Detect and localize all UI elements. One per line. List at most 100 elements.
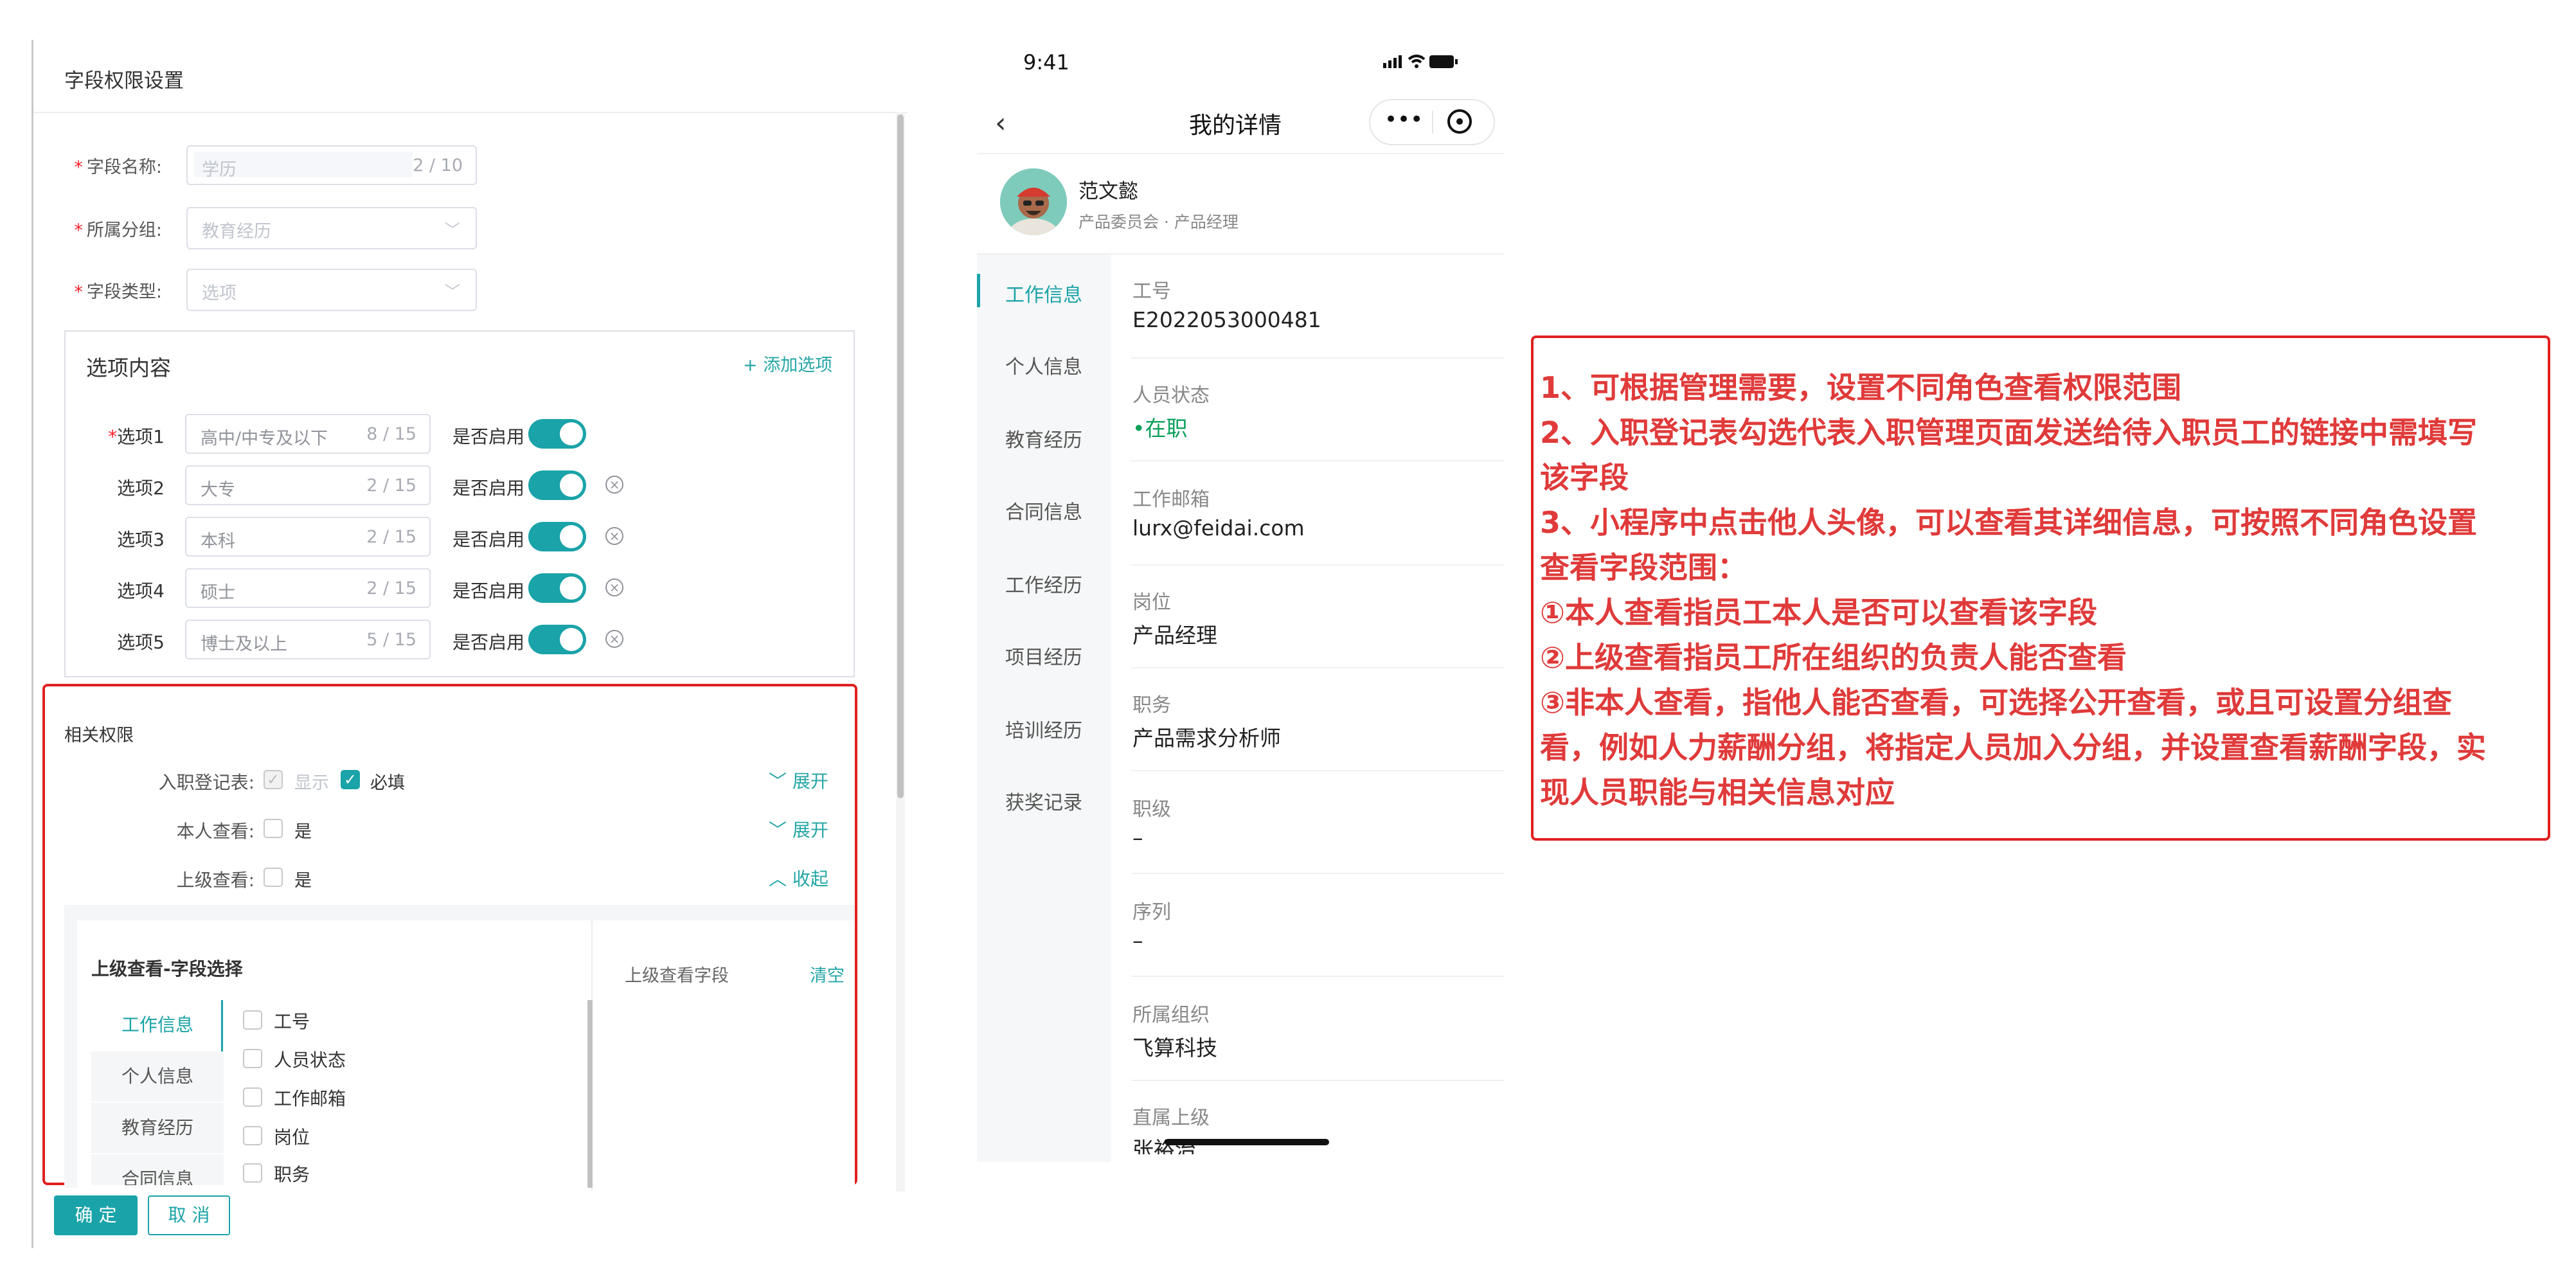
field-select-title: 上级查看-字段选择 [91, 958, 243, 979]
annotation-line: ③非本人查看，指他人能否查看，可选择公开查看，或且可设置分组查 [1540, 685, 2452, 720]
category-education[interactable]: 教育经历 [91, 1103, 224, 1153]
selected-fields-title: 上级查看字段 [625, 966, 729, 986]
info-divider [1131, 667, 1504, 668]
annotation-line: 该字段 [1540, 460, 1629, 495]
status-dot-icon: • [1132, 416, 1145, 441]
remove-option-icon[interactable]: × [605, 476, 623, 494]
field-name-count: 2 / 10 [413, 156, 463, 175]
field-name-label: * 字段名称: [74, 157, 162, 177]
info-value: – [1132, 825, 1143, 850]
onboarding-label: 入职登记表: [158, 772, 255, 793]
panel-left-border [31, 40, 33, 1248]
enable-label: 是否启用 [452, 529, 525, 550]
cancel-button[interactable]: 取 消 [148, 1195, 230, 1235]
annotation-line: 1、可根据管理需要，设置不同角色查看权限范围 [1540, 370, 2182, 405]
onboarding-expand-link[interactable]: ﹀ 展开 [769, 767, 828, 793]
field-checkbox[interactable] [243, 1010, 262, 1030]
info-divider [1131, 873, 1504, 874]
field-checkbox[interactable] [243, 1126, 262, 1145]
avatar[interactable] [1000, 168, 1067, 235]
info-label: 人员状态 [1132, 384, 1210, 407]
side-nav-work-experience[interactable]: 工作经历 [977, 569, 1111, 598]
field-type-select[interactable]: 选项 ﹀ [186, 269, 477, 311]
options-title: 选项内容 [86, 355, 171, 380]
side-nav-work-info[interactable]: 工作信息 [977, 279, 1111, 307]
option-label: 选项3 [117, 529, 165, 550]
category-personal-info[interactable]: 个人信息 [91, 1051, 224, 1102]
category-work-info[interactable]: 工作信息 [91, 1000, 224, 1050]
superior-view-option: 是 [294, 871, 312, 891]
info-value: 飞算科技 [1132, 1035, 1217, 1060]
side-nav [977, 255, 1111, 1162]
info-value: – [1132, 928, 1143, 953]
enable-toggle[interactable] [528, 522, 586, 551]
clear-button[interactable]: 清空 [810, 961, 845, 987]
option-input[interactable]: 博士及以上 5 / 15 [185, 620, 431, 659]
option-input[interactable]: 大专 2 / 15 [185, 465, 431, 505]
self-view-checkbox[interactable] [264, 819, 283, 838]
annotation-line: 查看字段范围： [1540, 550, 1747, 585]
group-select[interactable]: 教育经历 ﹀ [186, 207, 477, 249]
annotation-line: ②上级查看指员工所在组织的负责人能否查看 [1540, 640, 2127, 675]
enable-label: 是否启用 [452, 632, 525, 653]
info-label: 职级 [1132, 798, 1171, 821]
enable-label: 是否启用 [452, 426, 525, 447]
info-divider [1131, 460, 1504, 461]
enable-toggle[interactable] [528, 470, 586, 500]
superior-view-collapse-link[interactable]: ︿ 收起 [769, 865, 828, 891]
side-nav-personal-info[interactable]: 个人信息 [977, 351, 1111, 379]
option-input[interactable]: 硕士 2 / 15 [185, 568, 431, 608]
category-contract[interactable]: 合同信息 [91, 1154, 224, 1185]
scrollbar-thumb[interactable] [897, 114, 904, 798]
annotation-line: 现人员职能与相关信息对应 [1540, 775, 1895, 810]
field-checkbox[interactable] [243, 1087, 262, 1107]
capsule-separator [1432, 111, 1433, 134]
user-department: 产品委员会 · 产品经理 [1078, 213, 1239, 231]
info-label: 岗位 [1132, 591, 1171, 614]
superior-view-checkbox[interactable] [264, 868, 283, 887]
self-view-expand-link[interactable]: ﹀ 展开 [769, 816, 828, 842]
field-name-input[interactable]: 学历 2 / 10 [186, 145, 477, 185]
show-checkbox[interactable]: ✓ [264, 770, 283, 789]
field-checkbox[interactable] [243, 1049, 262, 1068]
remove-option-icon[interactable]: × [605, 578, 623, 596]
info-value: E2022053000481 [1132, 307, 1321, 332]
option-label: 选项4 [117, 580, 165, 602]
employment-status: •在职 [1132, 416, 1188, 441]
annotation-line: 3、小程序中点击他人头像，可以查看其详细信息，可按照不同角色设置 [1540, 505, 2478, 540]
confirm-button[interactable]: 确 定 [54, 1195, 138, 1235]
more-icon[interactable]: ••• [1384, 107, 1423, 132]
field-type-label: * 字段类型: [74, 282, 162, 302]
remove-option-icon[interactable]: × [605, 630, 623, 648]
field-list-scrollbar[interactable] [587, 1000, 593, 1188]
info-label: 工号 [1132, 280, 1171, 303]
enable-toggle[interactable] [528, 419, 586, 449]
add-option-button[interactable]: + 添加选项 [743, 351, 832, 376]
side-nav-projects[interactable]: 项目经历 [977, 641, 1111, 670]
info-label: 所属组织 [1132, 1004, 1210, 1026]
show-label: 显示 [294, 773, 329, 793]
side-nav-education[interactable]: 教育经历 [977, 424, 1111, 452]
side-nav-awards[interactable]: 获奖记录 [977, 787, 1111, 815]
dialog-title: 字段权限设置 [64, 69, 184, 93]
field-checkbox[interactable] [243, 1163, 262, 1183]
field-option: 工作邮箱 [274, 1088, 346, 1109]
side-nav-contract[interactable]: 合同信息 [977, 496, 1111, 524]
status-icons [1383, 51, 1460, 75]
option-input[interactable]: 本科 2 / 15 [185, 517, 431, 557]
remove-option-icon[interactable]: × [605, 527, 623, 545]
enable-toggle[interactable] [528, 573, 586, 603]
back-icon[interactable]: ‹ [995, 107, 1006, 139]
enable-toggle[interactable] [528, 625, 586, 654]
signal-wifi-battery-icon [1383, 55, 1458, 68]
option-input[interactable]: 高中/中专及以下 8 / 15 [185, 414, 431, 454]
permissions-title: 相关权限 [64, 726, 134, 746]
self-view-label: 本人查看: [176, 821, 255, 842]
required-checkbox[interactable]: ✓ [341, 770, 360, 789]
category-active-indicator [221, 1000, 223, 1051]
side-nav-training[interactable]: 培训经历 [977, 715, 1111, 743]
info-label: 职务 [1132, 694, 1171, 717]
info-label: 直属上级 [1132, 1107, 1210, 1129]
field-option: 人员状态 [274, 1050, 346, 1071]
group-label: * 所属分组: [74, 220, 162, 240]
